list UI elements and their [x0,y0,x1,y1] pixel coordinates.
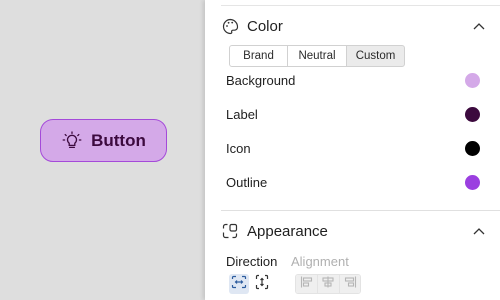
direction-vertical-button[interactable] [252,274,272,294]
chevron-up-icon[interactable] [472,224,486,238]
color-swatch[interactable] [465,140,480,156]
vertical-direction-icon [254,274,270,295]
color-row-label: Outline [226,174,268,190]
chevron-up-icon[interactable] [472,19,486,33]
alignment-label: Alignment [291,254,349,269]
preview-button[interactable]: Button [40,119,167,162]
tab-custom[interactable]: Custom [346,45,405,67]
color-row-label: Label [226,106,258,122]
alignment-options [295,274,361,294]
direction-horizontal-button[interactable] [229,274,249,294]
direction-label: Direction [226,254,278,269]
align-end-icon [343,275,357,293]
color-swatch[interactable] [465,174,480,190]
color-row-label: Icon [226,140,251,156]
properties-panel: Color Brand Neutral Custom Background La… [205,0,500,300]
color-row-outline[interactable]: Outline [226,172,480,192]
horizontal-direction-icon [231,275,247,294]
color-row-background[interactable]: Background [226,70,480,90]
align-start-button[interactable] [296,275,318,293]
appearance-section-header[interactable]: Appearance [221,219,486,243]
color-palette-tabs: Brand Neutral Custom [229,45,405,67]
color-swatch[interactable] [465,106,480,122]
color-row-label: Background [226,72,296,88]
palette-icon [221,17,239,35]
color-section-title: Color [247,17,283,35]
align-end-button[interactable] [338,275,360,293]
lightbulb-icon [61,130,83,152]
color-row-icon[interactable]: Icon [226,138,480,158]
align-center-icon [321,275,335,293]
divider [221,5,500,6]
appearance-section-title: Appearance [247,222,328,240]
tab-neutral[interactable]: Neutral [287,45,347,67]
appearance-icon [221,222,239,240]
align-center-button[interactable] [317,275,339,293]
color-section-header[interactable]: Color [221,14,486,38]
tab-brand[interactable]: Brand [229,45,288,67]
color-row-label-color[interactable]: Label [226,104,480,124]
preview-button-label: Button [91,130,146,150]
preview-canvas: Button [0,0,205,300]
divider [221,210,500,211]
align-start-icon [300,275,314,293]
color-swatch[interactable] [465,72,480,88]
